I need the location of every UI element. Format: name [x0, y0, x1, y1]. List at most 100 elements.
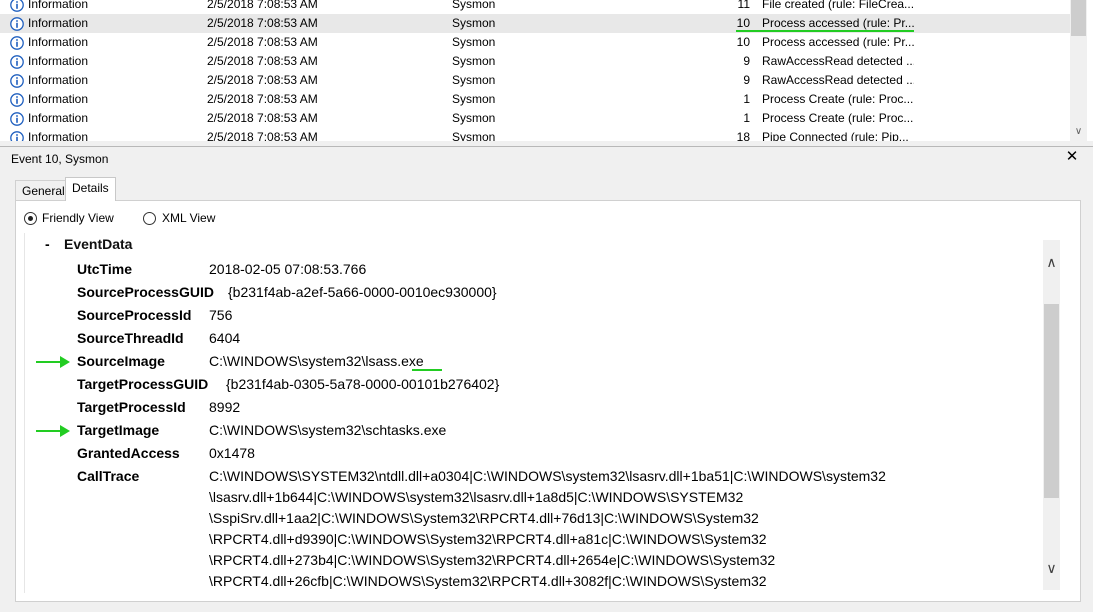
- field-name-utctime: UtcTime: [77, 261, 132, 277]
- friendly-view-label[interactable]: Friendly View: [42, 211, 114, 225]
- field-value-targetprocessguid: {b231f4ab-0305-5a78-0000-00101b276402}: [226, 376, 500, 392]
- row-event-id: 1: [743, 111, 750, 125]
- row-date: 2/5/2018 7:08:53 AM: [207, 73, 318, 87]
- row-task: RawAccessRead detected ...: [762, 54, 914, 68]
- field-value-sourcethreadid: 6404: [209, 330, 241, 346]
- event-list-scrollbar-thumb[interactable]: [1071, 0, 1086, 36]
- info-icon: [10, 17, 24, 31]
- field-value-grantedaccess: 0x1478: [209, 445, 255, 461]
- row-task: Process Create (rule: Proc...: [762, 92, 914, 106]
- field-value-targetprocessid: 8992: [209, 399, 241, 415]
- section-collapse-toggle[interactable]: -: [45, 236, 50, 252]
- info-icon: [10, 74, 24, 88]
- row-source: Sysmon: [452, 0, 496, 11]
- row-level: Information: [28, 73, 89, 87]
- row-date: 2/5/2018 7:08:53 AM: [207, 0, 318, 11]
- details-scrollbar-thumb[interactable]: [1044, 304, 1059, 498]
- row-date: 2/5/2018 7:08:53 AM: [207, 54, 318, 68]
- field-name-targetprocessid: TargetProcessId: [77, 399, 186, 415]
- row-level: Information: [28, 92, 89, 106]
- row-date: 2/5/2018 7:08:53 AM: [207, 16, 318, 30]
- calltrace-line: \RPCRT4.dll+273b4|C:\WINDOWS\System32\RP…: [209, 552, 776, 568]
- row-source: Sysmon: [452, 73, 496, 87]
- row-source: Sysmon: [452, 130, 496, 141]
- row-date: 2/5/2018 7:08:53 AM: [207, 35, 318, 49]
- event-list[interactable]: Information 2/5/2018 7:08:53 AM Sysmon 1…: [0, 0, 1093, 141]
- event-row[interactable]: Information 2/5/2018 7:08:53 AM Sysmon 1…: [0, 0, 1070, 14]
- row-level: Information: [28, 111, 89, 125]
- row-event-id: 10: [736, 16, 750, 30]
- field-name-targetimage: TargetImage: [77, 422, 160, 438]
- field-value-utctime: 2018-02-05 07:08:53.766: [209, 261, 367, 277]
- calltrace-line: \RPCRT4.dll+d9390|C:\WINDOWS\System32\RP…: [209, 531, 767, 547]
- chevron-down-icon[interactable]: ∨: [1043, 560, 1060, 576]
- xml-view-label[interactable]: XML View: [162, 211, 215, 225]
- row-event-id: 9: [743, 54, 750, 68]
- selected-task-underline: [736, 30, 914, 32]
- tab-general[interactable]: General: [15, 180, 72, 200]
- info-icon: [10, 36, 24, 50]
- row-date: 2/5/2018 7:08:53 AM: [207, 111, 318, 125]
- event-pane-title: Event 10, Sysmon: [11, 152, 109, 166]
- close-icon[interactable]: ✕: [1064, 149, 1080, 165]
- field-value-sourceprocessguid: {b231f4ab-a2ef-5a66-0000-0010ec930000}: [228, 284, 497, 300]
- row-level: Information: [28, 35, 89, 49]
- row-date: 2/5/2018 7:08:53 AM: [207, 92, 318, 106]
- event-row[interactable]: Information 2/5/2018 7:08:53 AM Sysmon 1…: [0, 33, 1070, 52]
- field-name-sourceprocessguid: SourceProcessGUID: [77, 284, 214, 300]
- source-image-underline: [412, 369, 442, 371]
- chevron-up-icon[interactable]: ∧: [1043, 254, 1060, 270]
- tab-details[interactable]: Details: [65, 177, 116, 201]
- row-event-id: 11: [737, 0, 750, 11]
- row-level: Information: [28, 130, 89, 141]
- row-event-id: 9: [743, 73, 750, 87]
- field-name-sourceimage: SourceImage: [77, 353, 165, 369]
- row-source: Sysmon: [452, 54, 496, 68]
- event-row[interactable]: Information 2/5/2018 7:08:53 AM Sysmon 1…: [0, 109, 1070, 128]
- row-task: Process Create (rule: Proc...: [762, 111, 914, 125]
- event-row[interactable]: Information 2/5/2018 7:08:53 AM Sysmon 9…: [0, 71, 1070, 90]
- event-row[interactable]: Information 2/5/2018 7:08:53 AM Sysmon 9…: [0, 52, 1070, 71]
- row-source: Sysmon: [452, 16, 496, 30]
- calltrace-line: \SspiSrv.dll+1aa2|C:\WINDOWS\System32\RP…: [209, 510, 759, 526]
- row-date: 2/5/2018 7:08:53 AM: [207, 130, 318, 141]
- row-source: Sysmon: [452, 111, 496, 125]
- event-pane-header: Event 10, Sysmon ✕: [0, 146, 1093, 169]
- field-name-targetprocessguid: TargetProcessGUID: [77, 376, 209, 392]
- field-value-sourceimage: C:\WINDOWS\system32\lsass.exe: [209, 353, 424, 369]
- chevron-down-icon[interactable]: ∨: [1070, 125, 1087, 139]
- details-scrollbar[interactable]: ∧ ∨: [1043, 240, 1060, 590]
- event-list-scrollbar[interactable]: ∨: [1070, 0, 1087, 141]
- calltrace-line: \RPCRT4.dll+26cfb|C:\WINDOWS\System32\RP…: [209, 573, 767, 589]
- field-name-grantedaccess: GrantedAccess: [77, 445, 180, 461]
- row-source: Sysmon: [452, 35, 496, 49]
- row-source: Sysmon: [452, 92, 496, 106]
- info-icon: [10, 131, 24, 141]
- event-row[interactable]: Information 2/5/2018 7:08:53 AM Sysmon 1…: [0, 128, 1070, 141]
- calltrace-line: \lsasrv.dll+1b644|C:\WINDOWS\system32\ls…: [209, 489, 744, 505]
- field-name-sourceprocessid: SourceProcessId: [77, 307, 192, 323]
- row-event-id: 18: [736, 130, 750, 141]
- info-icon: [10, 55, 24, 69]
- field-value-targetimage: C:\WINDOWS\system32\schtasks.exe: [209, 422, 447, 438]
- row-task: File created (rule: FileCrea...: [762, 0, 914, 11]
- row-level: Information: [28, 16, 89, 30]
- green-arrow-icon: [36, 425, 70, 437]
- info-icon: [10, 112, 24, 126]
- row-task: Pipe Connected (rule: Pip...: [762, 130, 909, 141]
- row-event-id: 1: [743, 92, 750, 106]
- info-icon: [10, 93, 24, 107]
- calltrace-line: C:\WINDOWS\SYSTEM32\ntdll.dll+a0304|C:\W…: [209, 468, 886, 484]
- field-name-calltrace: CallTrace: [77, 468, 140, 484]
- row-event-id: 10: [736, 35, 750, 49]
- section-title: EventData: [64, 236, 133, 252]
- field-name-sourcethreadid: SourceThreadId: [77, 330, 184, 346]
- row-level: Information: [28, 0, 89, 11]
- xml-view-radio[interactable]: [143, 212, 156, 225]
- friendly-view-radio[interactable]: [24, 212, 37, 225]
- field-value-sourceprocessid: 756: [209, 307, 233, 323]
- row-task: Process accessed (rule: Pr...: [762, 35, 914, 49]
- event-row[interactable]: Information 2/5/2018 7:08:53 AM Sysmon 1…: [0, 90, 1070, 109]
- green-arrow-icon: [36, 356, 70, 368]
- info-icon: [10, 0, 24, 12]
